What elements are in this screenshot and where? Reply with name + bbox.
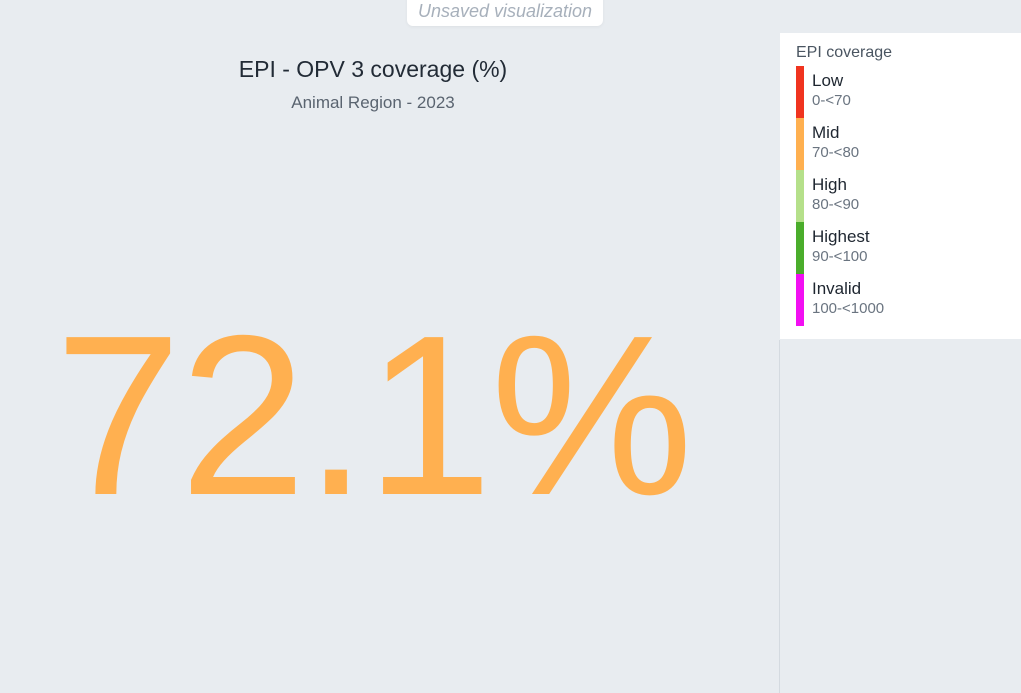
legend-item-high: High 80-<90: [796, 170, 1021, 222]
legend-range: 80-<90: [812, 196, 860, 213]
legend-swatch-mid: [796, 118, 804, 170]
legend-label: Low: [812, 71, 844, 90]
panel-divider: [779, 340, 780, 693]
legend-item-invalid: Invalid 100-<1000: [796, 274, 1021, 326]
legend-swatch-invalid: [796, 274, 804, 326]
legend-swatch-high: [796, 170, 804, 222]
visualization-subtitle: Animal Region - 2023: [291, 93, 455, 112]
legend-swatch-low: [796, 66, 804, 118]
visualization-canvas: EPI - OPV 3 coverage (%) Animal Region -…: [0, 0, 779, 693]
legend-item-mid: Mid 70-<80: [796, 118, 1021, 170]
legend-label: Mid: [812, 123, 840, 142]
legend-swatch-highest: [796, 222, 804, 274]
legend-label: Highest: [812, 227, 870, 246]
legend-item-low: Low 0-<70: [796, 66, 1021, 118]
legend-range: 0-<70: [812, 92, 851, 109]
legend-label: High: [812, 175, 847, 194]
single-value-display: 72.1%: [54, 289, 693, 543]
legend-label: Invalid: [812, 279, 862, 298]
legend-range: 70-<80: [812, 144, 860, 161]
legend-item-highest: Highest 90-<100: [796, 222, 1021, 274]
legend-range: 100-<1000: [812, 300, 885, 317]
legend-title: EPI coverage: [796, 44, 893, 61]
legend-panel: EPI coverage Low 0-<70 Mid 70-<80 High 8…: [780, 33, 1021, 339]
visualization-title: EPI - OPV 3 coverage (%): [238, 56, 508, 82]
legend-range: 90-<100: [812, 248, 868, 265]
